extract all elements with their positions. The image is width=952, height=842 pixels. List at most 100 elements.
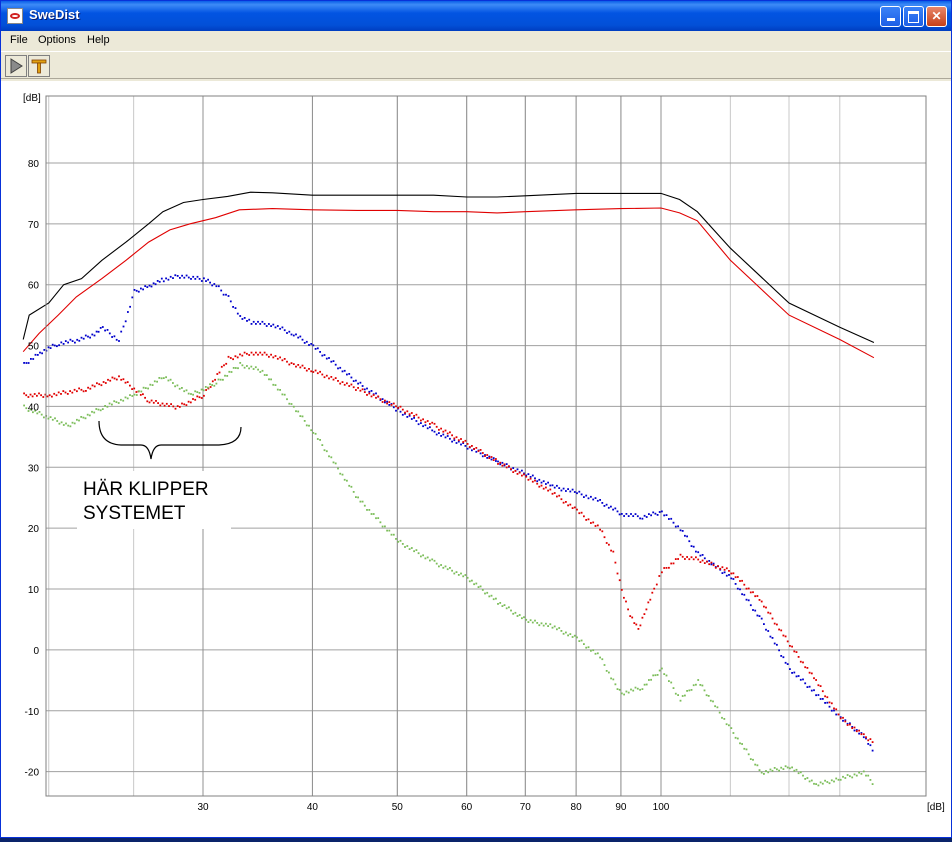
series-point-2: [156, 280, 159, 282]
series-point-3: [499, 461, 502, 464]
maximize-button[interactable]: [903, 6, 924, 27]
title-bar[interactable]: SweDist ✕: [1, 1, 951, 31]
play-icon: [10, 58, 23, 74]
series-point-3: [390, 404, 393, 406]
y-tick-label: -10: [25, 707, 40, 718]
series-point-3: [40, 394, 42, 397]
y-tick-label: -20: [25, 768, 40, 779]
series-point-3: [297, 364, 300, 366]
series-point-2: [565, 490, 567, 492]
series-point-2: [580, 493, 583, 496]
series-point-3: [518, 471, 521, 474]
series-point-3: [486, 454, 489, 456]
series-point-2: [499, 463, 502, 466]
series-point-3: [168, 405, 170, 407]
series-point-2: [538, 478, 541, 481]
series-point-3: [46, 395, 49, 398]
series-point-4: [771, 769, 774, 772]
series-point-3: [523, 473, 525, 476]
run-button[interactable]: [5, 55, 27, 77]
series-point-3: [422, 418, 424, 421]
series-point-2: [867, 743, 870, 745]
series-point-4: [616, 688, 619, 690]
series-point-2: [252, 320, 255, 323]
series-point-4: [101, 408, 104, 410]
series-point-3: [339, 382, 342, 385]
series-point-4: [692, 684, 695, 687]
series-point-2: [339, 366, 342, 369]
series-point-3: [728, 570, 730, 572]
series-point-3: [714, 566, 717, 569]
series-point-3: [150, 399, 153, 402]
swedist-window: SweDist ✕ File Options Help 80 70 60 50 …: [0, 0, 952, 838]
close-button[interactable]: ✕: [926, 6, 947, 27]
series-point-3: [444, 429, 447, 432]
menu-file[interactable]: File: [10, 34, 28, 46]
series-point-3: [223, 364, 225, 367]
series-point-4: [241, 364, 244, 367]
series-point-4: [521, 617, 523, 620]
series-point-4: [111, 403, 113, 406]
series-point-3: [433, 422, 436, 425]
series-point-3: [379, 398, 382, 401]
series-point-3: [516, 473, 519, 475]
series-point-4: [424, 557, 427, 560]
series-point-2: [815, 694, 817, 697]
series-point-3: [33, 393, 36, 395]
series-point-4: [499, 602, 502, 604]
series-point-4: [639, 688, 641, 691]
series-point-3: [684, 558, 686, 560]
y-tick-label: 40: [28, 402, 40, 413]
series-point-2: [113, 335, 116, 338]
series-point-3: [93, 385, 96, 388]
series-point-4: [603, 664, 606, 666]
series-point-4: [104, 405, 106, 407]
series-point-4: [551, 626, 554, 629]
tuning-fork-button[interactable]: [28, 55, 50, 77]
series-point-2: [674, 525, 677, 528]
series-point-3: [479, 449, 482, 451]
series-point-2: [176, 275, 179, 277]
minimize-button[interactable]: [880, 6, 901, 27]
series-point-3: [497, 463, 499, 465]
swedist-app-icon[interactable]: [7, 8, 23, 24]
series-point-4: [211, 384, 213, 386]
series-point-2: [279, 327, 281, 330]
series-point-3: [810, 672, 813, 675]
series-point-4: [283, 393, 286, 396]
series-point-4: [82, 416, 85, 419]
series-point-4: [723, 718, 726, 720]
chart-grid: [46, 96, 926, 796]
series-point-2: [332, 360, 335, 362]
series-point-2: [255, 323, 257, 325]
series-point-4: [778, 769, 780, 772]
series-point-3: [51, 395, 53, 398]
series-point-3: [82, 390, 85, 393]
series-point-3: [813, 677, 815, 680]
series-point-4: [169, 378, 172, 381]
series-point-4: [707, 695, 710, 697]
series-point-2: [645, 516, 648, 518]
series-point-3: [290, 362, 293, 364]
series-point-2: [756, 614, 759, 617]
series-point-3: [413, 415, 415, 417]
series-point-2: [64, 340, 67, 342]
series-point-4: [730, 727, 733, 729]
series-point-3: [308, 368, 310, 370]
series-point-2: [701, 554, 704, 556]
menu-options[interactable]: Options: [38, 34, 76, 46]
series-point-4: [272, 383, 275, 386]
series-point-3: [734, 576, 737, 579]
series-point-4: [718, 711, 721, 714]
series-point-3: [536, 482, 539, 485]
series-point-3: [635, 623, 638, 626]
series-point-3: [357, 387, 359, 389]
series-point-2: [540, 481, 543, 484]
series-point-4: [525, 618, 528, 621]
series-point-4: [826, 781, 829, 783]
series-point-4: [508, 606, 510, 609]
series-point-4: [529, 619, 532, 622]
series-point-3: [124, 381, 127, 384]
series-point-3: [268, 355, 270, 358]
menu-help[interactable]: Help: [87, 34, 110, 46]
